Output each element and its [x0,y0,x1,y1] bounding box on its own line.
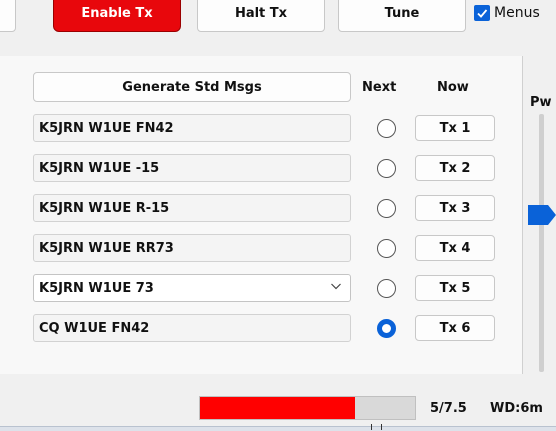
tx4-now-button[interactable]: Tx 4 [415,235,495,261]
tx3-now-button[interactable]: Tx 3 [415,195,495,221]
bottom-border [0,426,556,431]
tx1-now-button[interactable]: Tx 1 [415,115,495,141]
menus-checkbox[interactable] [474,5,490,21]
tx2-now-button[interactable]: Tx 2 [415,155,495,181]
tx-period-progress [199,396,416,420]
tx6-message-field[interactable]: CQ W1UE FN42 [33,314,351,342]
generate-std-msgs-button[interactable]: Generate Std Msgs [33,72,351,102]
power-slider-track[interactable] [539,114,544,372]
tx4-next-radio[interactable] [377,239,396,258]
watchdog-status: WD:6m [490,401,543,416]
period-counter: 5/7.5 [430,401,467,416]
tx5-message-text: K5JRN W1UE 73 [39,280,154,296]
tx5-now-button[interactable]: Tx 5 [415,275,495,301]
now-column-header: Now [437,80,469,95]
menus-label: Menus [494,5,540,21]
progress-fill [200,397,355,419]
chevron-down-icon[interactable] [330,280,342,296]
menus-toggle[interactable]: Menus [474,5,540,21]
tx6-now-button[interactable]: Tx 6 [415,315,495,341]
power-slider-handle[interactable] [528,205,556,229]
tx2-next-radio[interactable] [377,159,396,178]
tx2-message-field[interactable]: K5JRN W1UE -15 [33,154,351,182]
tx1-message-field[interactable]: K5JRN W1UE FN42 [33,114,351,142]
tx3-message-field[interactable]: K5JRN W1UE R-15 [33,194,351,222]
halt-tx-button[interactable]: Halt Tx [197,0,325,32]
tx5-message-combo[interactable]: K5JRN W1UE 73 [33,274,351,302]
partial-left-button[interactable] [0,0,16,32]
tx3-next-radio[interactable] [377,199,396,218]
enable-tx-button[interactable]: Enable Tx [53,0,181,32]
tx4-message-field[interactable]: K5JRN W1UE RR73 [33,234,351,262]
status-divider [371,424,372,430]
next-column-header: Next [362,80,397,95]
tune-button[interactable]: Tune [338,0,466,32]
status-divider [381,424,382,430]
checkmark-icon [477,9,488,18]
tx6-next-radio[interactable] [377,319,396,338]
tx5-next-radio[interactable] [377,279,396,298]
tx1-next-radio[interactable] [377,119,396,138]
power-label: Pw [530,95,552,110]
